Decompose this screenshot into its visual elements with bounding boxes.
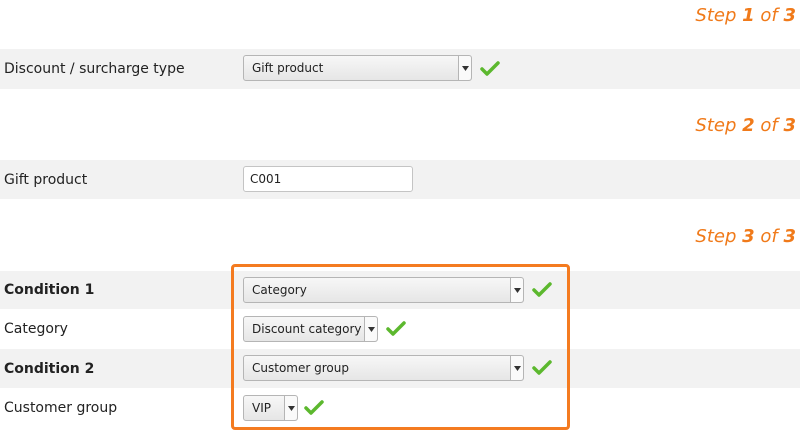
condition-1-label: Condition 1 — [4, 282, 95, 298]
step-indicator-3: Step 3 of 3 — [695, 226, 796, 247]
discount-type-select[interactable]: Gift product — [243, 55, 472, 81]
step-3-highlight-frame — [231, 264, 570, 430]
category-label: Category — [4, 321, 68, 337]
chevron-down-icon — [458, 56, 471, 80]
step-indicator-1: Step 1 of 3 — [695, 5, 796, 26]
discount-type-row: Discount / surcharge type Gift product — [0, 49, 800, 89]
condition-2-label: Condition 2 — [4, 360, 95, 377]
gift-product-label: Gift product — [4, 171, 88, 188]
discount-type-label: Discount / surcharge type — [4, 61, 185, 77]
customer-group-label: Customer group — [4, 400, 118, 416]
checkmark-icon — [480, 61, 500, 76]
gift-product-row: Gift product C001 — [0, 160, 800, 199]
step-indicator-2: Step 2 of 3 — [695, 115, 796, 136]
discount-type-value: Gift product — [252, 61, 324, 75]
gift-product-input[interactable]: C001 — [243, 166, 413, 192]
